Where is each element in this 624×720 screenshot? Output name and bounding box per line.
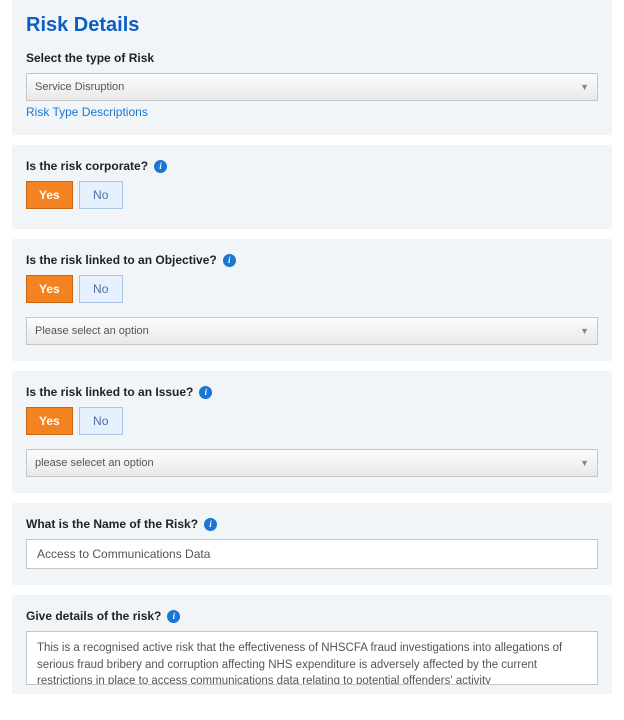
issue-label: Is the risk linked to an Issue? i	[26, 385, 598, 399]
issue-select-value: please selecet an option	[35, 457, 154, 469]
risk-type-selected: Service Disruption	[35, 81, 124, 93]
corporate-buttons: Yes No	[26, 181, 598, 209]
objective-select[interactable]: Please select an option ▼	[26, 317, 598, 345]
objective-yes-button[interactable]: Yes	[26, 275, 73, 303]
risk-type-label: Select the type of Risk	[26, 51, 598, 65]
objective-select-value: Please select an option	[35, 325, 149, 337]
issue-yes-button[interactable]: Yes	[26, 407, 73, 435]
section-risk-details: Give details of the risk? i	[12, 595, 612, 694]
corporate-label: Is the risk corporate? i	[26, 159, 598, 173]
section-issue: Is the risk linked to an Issue? i Yes No…	[12, 371, 612, 493]
page-title: Risk Details	[26, 14, 598, 37]
issue-buttons: Yes No	[26, 407, 598, 435]
issue-no-button[interactable]: No	[79, 407, 123, 435]
risk-details-textarea[interactable]	[26, 631, 598, 685]
risk-details-label: Give details of the risk? i	[26, 609, 598, 623]
info-icon[interactable]: i	[154, 160, 167, 173]
risk-type-select[interactable]: Service Disruption ▼	[26, 73, 598, 101]
risk-name-input[interactable]	[26, 539, 598, 569]
risk-type-descriptions-link[interactable]: Risk Type Descriptions	[26, 105, 148, 119]
chevron-down-icon: ▼	[580, 458, 589, 468]
info-icon[interactable]: i	[199, 386, 212, 399]
chevron-down-icon: ▼	[580, 82, 589, 92]
objective-buttons: Yes No	[26, 275, 598, 303]
corporate-yes-button[interactable]: Yes	[26, 181, 73, 209]
risk-name-label: What is the Name of the Risk? i	[26, 517, 598, 531]
corporate-no-button[interactable]: No	[79, 181, 123, 209]
section-risk-name: What is the Name of the Risk? i	[12, 503, 612, 585]
info-icon[interactable]: i	[167, 610, 180, 623]
chevron-down-icon: ▼	[580, 326, 589, 336]
info-icon[interactable]: i	[204, 518, 217, 531]
section-objective: Is the risk linked to an Objective? i Ye…	[12, 239, 612, 361]
info-icon[interactable]: i	[223, 254, 236, 267]
issue-select[interactable]: please selecet an option ▼	[26, 449, 598, 477]
section-corporate: Is the risk corporate? i Yes No	[12, 145, 612, 229]
section-risk-type: Risk Details Select the type of Risk Ser…	[12, 0, 612, 135]
objective-no-button[interactable]: No	[79, 275, 123, 303]
objective-label: Is the risk linked to an Objective? i	[26, 253, 598, 267]
